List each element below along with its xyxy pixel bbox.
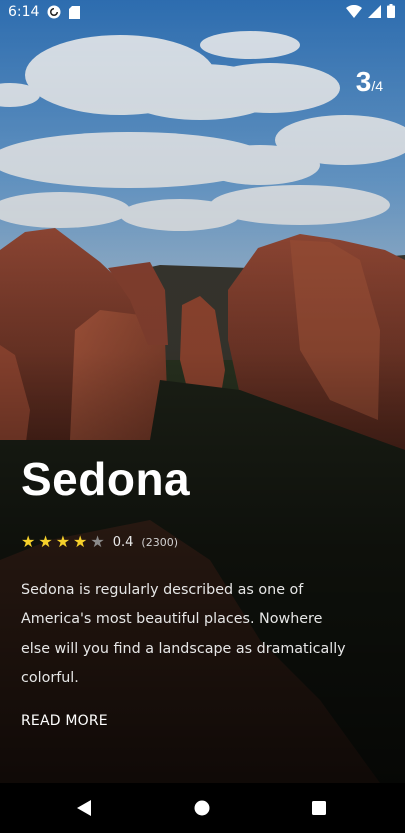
page-counter-total: /4: [371, 78, 383, 94]
rating-row: ★ ★ ★ ★ ★ 0.4 (2300): [21, 534, 351, 550]
pocket-casts-icon: [47, 5, 61, 19]
page-counter: 3/4: [356, 66, 383, 98]
star-empty-icon: ★: [90, 532, 105, 551]
star-filled-icon: ★: [38, 532, 53, 551]
battery-icon: [387, 4, 395, 18]
wifi-icon: [346, 4, 362, 18]
status-bar: 6:14: [0, 0, 405, 26]
recents-square-icon[interactable]: [308, 797, 330, 819]
place-title: Sedona: [21, 453, 191, 505]
place-description: Sedona is regularly described as one of …: [21, 582, 346, 686]
page-counter-current: 3: [355, 66, 372, 97]
place-card: Sedona ★ ★ ★ ★ ★ 0.4 (2300) Sedona is regula…: [21, 452, 351, 729]
back-triangle-icon[interactable]: [73, 797, 95, 819]
home-circle-icon[interactable]: [191, 797, 213, 819]
sd-card-icon: [69, 5, 81, 19]
rating-count: (2300): [141, 535, 178, 549]
rating-stars: ★ ★ ★ ★ ★: [21, 534, 105, 550]
screen: 6:14 3/4 Sedona ★ ★ ★ ★ ★ 0.4 (2300) Sed…: [0, 0, 405, 833]
status-right: [346, 4, 395, 18]
star-filled-icon: ★: [73, 532, 88, 551]
star-filled-icon: ★: [21, 532, 36, 551]
read-more-button[interactable]: READ MORE: [21, 713, 108, 729]
cellular-signal-icon: [368, 4, 381, 18]
status-time: 6:14: [8, 4, 40, 20]
navigation-bar: [0, 783, 405, 833]
status-left: 6:14: [8, 4, 81, 20]
star-filled-icon: ★: [55, 532, 71, 551]
rating-value: 0.4: [112, 534, 134, 550]
